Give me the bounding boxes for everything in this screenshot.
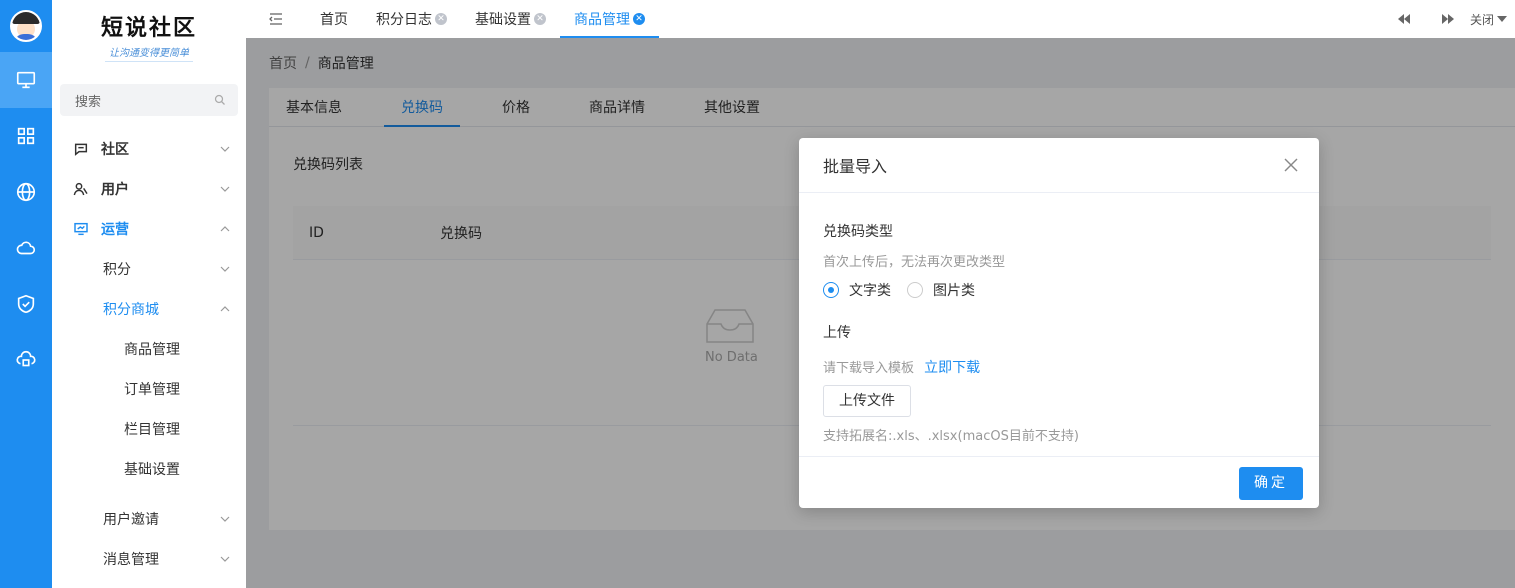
- radio-checked-icon: [823, 282, 839, 298]
- close-icon[interactable]: ✕: [633, 13, 645, 25]
- sidebar-item-label: 运营: [101, 222, 129, 238]
- chevron-down-icon: [220, 556, 230, 562]
- dialog-header: 批量导入: [799, 138, 1319, 193]
- search-input[interactable]: 搜索: [60, 84, 238, 116]
- code-type-radio-group: 文字类 图片类: [823, 280, 1295, 300]
- radio-text-type[interactable]: 文字类: [823, 280, 891, 300]
- tab-bar: 首页 积分日志 ✕ 基础设置 ✕ 商品管理 ✕ 关闭: [246, 0, 1515, 38]
- brand: 短说社区 让沟通变得更简单: [52, 0, 246, 66]
- chat-icon: [72, 140, 90, 158]
- confirm-button[interactable]: 确定: [1239, 467, 1303, 500]
- presentation-icon: [72, 220, 90, 238]
- brand-subtitle: 让沟通变得更简单: [105, 44, 193, 62]
- menu-fold-icon: [269, 13, 282, 25]
- sidebar-item-column-mgmt[interactable]: 栏目管理: [52, 409, 246, 449]
- sidebar-item-product-mgmt[interactable]: 商品管理: [52, 329, 246, 369]
- chevron-down-icon: [220, 516, 230, 522]
- sidebar-item-points-mall[interactable]: 积分商城: [52, 289, 246, 329]
- chevron-up-icon: [220, 226, 230, 232]
- sidebar-item-operations[interactable]: 运营: [52, 209, 246, 249]
- shield-icon: [17, 294, 35, 314]
- upload-file-button[interactable]: 上传文件: [823, 385, 911, 417]
- code-type-hint: 首次上传后，无法再次更改类型: [823, 255, 1006, 270]
- close-tabs-dropdown[interactable]: 关闭: [1470, 11, 1515, 28]
- scroll-right-button[interactable]: [1426, 0, 1470, 38]
- chevron-down-icon: [220, 186, 230, 192]
- rail-shield[interactable]: [0, 276, 52, 332]
- tab-home[interactable]: 首页: [306, 0, 362, 38]
- rail-monitor[interactable]: [0, 52, 52, 108]
- template-hint: 请下载导入模板: [823, 361, 915, 376]
- sidebar-item-label: 积分: [103, 262, 131, 278]
- search-icon: [214, 94, 225, 105]
- dialog-footer: 确定: [799, 456, 1319, 508]
- radio-unchecked-icon: [907, 282, 923, 298]
- sidebar-item-points[interactable]: 积分: [52, 249, 246, 289]
- dialog-body: 兑换码类型 首次上传后，无法再次更改类型 文字类 图片类 上传 请下载导入模板 …: [799, 221, 1319, 444]
- sidebar-item-users[interactable]: 用户: [52, 169, 246, 209]
- sidebar-toggle-button[interactable]: [246, 0, 306, 38]
- globe-icon: [16, 182, 36, 202]
- dialog-title: 批量导入: [823, 157, 888, 176]
- sidebar-item-community[interactable]: 社区: [52, 129, 246, 169]
- tab-label: 积分日志: [376, 12, 432, 28]
- chevron-up-icon: [220, 306, 230, 312]
- search-placeholder: 搜索: [75, 94, 102, 110]
- sidebar-item-label: 用户: [101, 182, 129, 198]
- users-icon: [72, 180, 90, 198]
- sidebar-item-label: 消息管理: [103, 552, 159, 568]
- chevron-down-icon: [220, 146, 230, 152]
- tab-label: 商品管理: [574, 12, 630, 28]
- close-icon[interactable]: ✕: [435, 13, 447, 25]
- sidebar-item-label: 用户邀请: [103, 512, 159, 528]
- rail-globe[interactable]: [0, 164, 52, 220]
- sidebar-item-message-mgmt[interactable]: 消息管理: [52, 539, 246, 579]
- tab-basic-settings[interactable]: 基础设置 ✕: [461, 0, 560, 38]
- monitor-icon: [16, 71, 36, 89]
- grid-icon: [17, 127, 35, 145]
- template-row: 请下载导入模板 立即下载: [823, 357, 1295, 377]
- radio-label: 文字类: [849, 283, 891, 299]
- sidebar-item-label: 社区: [101, 142, 129, 158]
- sidebar-item-order-mgmt[interactable]: 订单管理: [52, 369, 246, 409]
- extension-hint: 支持拓展名:.xls、.xlsx(macOS目前不支持): [823, 429, 1079, 444]
- icon-rail: [0, 0, 52, 588]
- avatar-container: [0, 0, 52, 52]
- close-icon[interactable]: [1283, 157, 1299, 173]
- code-type-label: 兑换码类型: [823, 224, 893, 240]
- sidebar-item-user-invite[interactable]: 用户邀请: [52, 499, 246, 539]
- rail-grid[interactable]: [0, 108, 52, 164]
- tab-controls: 关闭: [1382, 0, 1515, 38]
- avatar[interactable]: [10, 10, 42, 42]
- radio-label: 图片类: [933, 283, 975, 299]
- cloud-sync-icon: [16, 350, 36, 367]
- double-right-icon: [1441, 14, 1454, 24]
- close-icon[interactable]: ✕: [534, 13, 546, 25]
- double-left-icon: [1397, 14, 1410, 24]
- chevron-down-icon: [220, 266, 230, 272]
- batch-import-dialog: 批量导入 兑换码类型 首次上传后，无法再次更改类型 文字类 图片类 上传 请下载…: [799, 138, 1319, 508]
- download-template-link[interactable]: 立即下载: [924, 360, 980, 376]
- rail-cloud-sync[interactable]: [0, 332, 52, 388]
- brand-title: 短说社区: [100, 15, 197, 41]
- sidebar-menu: 社区 用户 运营 积分 积分商城 商品管理 订单管理 栏目管理 基础设置 用户邀…: [52, 129, 246, 579]
- tab-product-mgmt[interactable]: 商品管理 ✕: [560, 0, 659, 38]
- radio-image-type[interactable]: 图片类: [907, 280, 975, 300]
- tab-label: 基础设置: [475, 12, 531, 28]
- sidebar-item-basic-settings[interactable]: 基础设置: [52, 449, 246, 489]
- close-tabs-label: 关闭: [1469, 12, 1494, 27]
- sidebar-item-label: 积分商城: [103, 302, 159, 318]
- caret-down-icon: [1497, 16, 1507, 22]
- scroll-left-button[interactable]: [1382, 0, 1426, 38]
- upload-label: 上传: [823, 325, 851, 341]
- tab-label: 首页: [320, 12, 348, 28]
- cloud-icon: [16, 241, 36, 255]
- tab-points-log[interactable]: 积分日志 ✕: [362, 0, 461, 38]
- sidebar: 短说社区 让沟通变得更简单 搜索 社区 用户 运营 积分 积分商城 商品管理 订…: [52, 0, 246, 588]
- rail-cloud[interactable]: [0, 220, 52, 276]
